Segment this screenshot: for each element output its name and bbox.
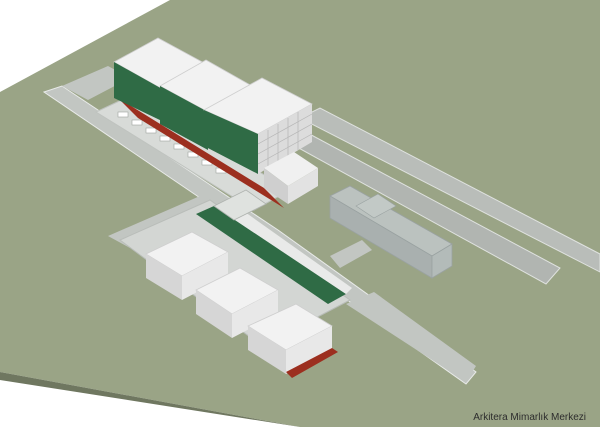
- architectural-model-render: Arkitera Mimarlık Merkezi: [0, 0, 600, 427]
- credit-text: Arkitera Mimarlık Merkezi: [473, 412, 586, 423]
